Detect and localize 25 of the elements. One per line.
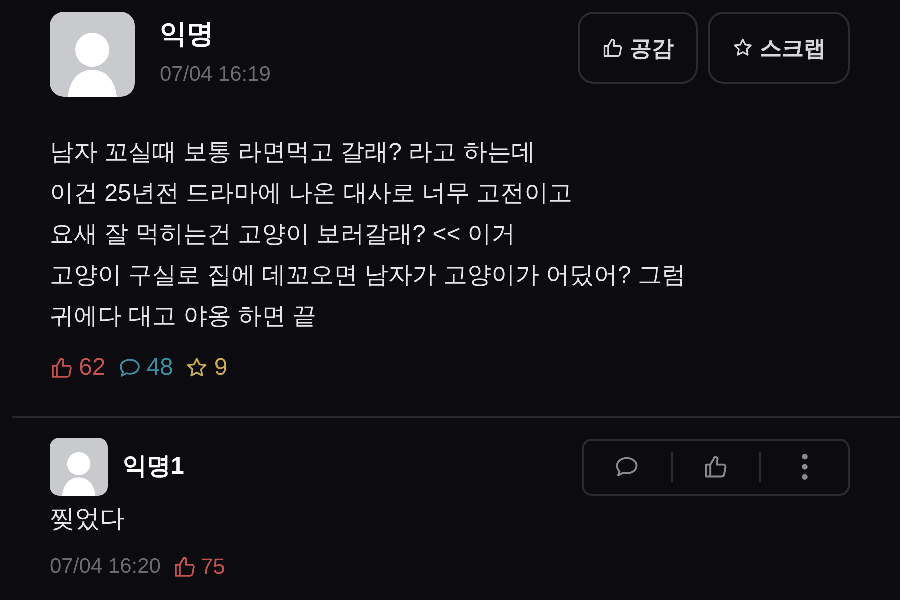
thumbs-up-icon xyxy=(50,356,74,380)
author-name: 익명 xyxy=(160,18,215,51)
post-text-line: 요새 잘 먹히는건 고양이 보러갈래? << 이거 xyxy=(50,220,516,250)
comment-count: 48 xyxy=(146,353,174,383)
comment-text: 찢었다 xyxy=(50,504,126,535)
post-text-line: 귀에다 대고 야옹 하면 끝 xyxy=(50,302,318,332)
more-icon xyxy=(802,454,808,480)
like-button[interactable]: 공감 xyxy=(578,12,698,84)
like-count: 62 xyxy=(79,353,106,383)
post-text-line: 남자 꼬실때 보통 라면먹고 갈래? 라고 하는데 xyxy=(50,138,536,168)
comment-time: 07/04 16:20 xyxy=(50,554,161,580)
thumbs-up-icon xyxy=(172,554,197,578)
post-text-line: 고양이 구실로 집에 데꼬오면 남자가 고양이가 어딨어? 그럼 xyxy=(50,261,688,291)
thumbs-up-icon xyxy=(703,454,729,480)
avatar-icon xyxy=(50,438,108,496)
star-icon xyxy=(732,37,754,59)
post-time: 07/04 16:19 xyxy=(160,62,271,88)
like-count: 75 xyxy=(200,553,226,581)
avatar-icon xyxy=(50,12,135,97)
scrap-button[interactable]: 스크랩 xyxy=(708,12,850,84)
speech-bubble-icon xyxy=(118,356,142,380)
commenter-name: 익명1 xyxy=(123,452,184,482)
scrap-count: 9 xyxy=(214,353,228,383)
thumbs-up-icon xyxy=(602,37,624,59)
post-text-line: 이건 25년전 드라마에 나온 대사로 너무 고전이고 xyxy=(50,179,574,209)
